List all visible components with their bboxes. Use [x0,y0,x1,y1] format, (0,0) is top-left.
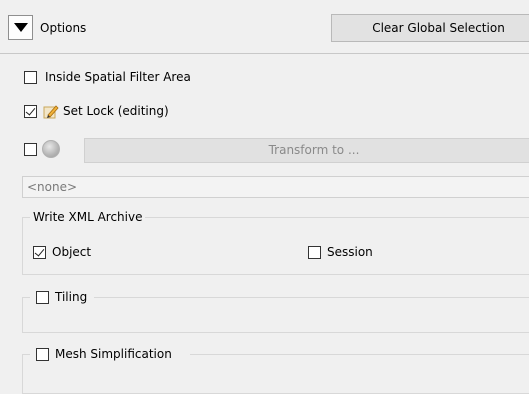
inside-spatial-filter-checkbox[interactable] [24,71,37,84]
transform-target-combo[interactable]: <none> [22,176,529,198]
tiling-label: Tiling [55,290,88,304]
write-xml-archive-title: Write XML Archive [30,209,146,225]
globe-icon [42,140,60,158]
mesh-simplification-label: Mesh Simplification [55,347,172,361]
session-label: Session [327,245,373,259]
object-checkbox[interactable] [33,246,46,259]
object-label: Object [52,245,92,259]
set-lock-checkbox[interactable] [24,105,37,118]
tiling-checkbox[interactable] [36,291,49,304]
tiling-group [22,297,529,333]
set-lock-label: Set Lock (editing) [63,104,169,118]
write-xml-archive-group [22,217,529,275]
inside-spatial-filter-label: Inside Spatial Filter Area [45,70,191,84]
triangle-down-icon [14,23,28,32]
options-title: Options [40,21,87,35]
pencil-icon [43,105,59,119]
transform-to-button[interactable]: Transform to ... [84,138,529,163]
clear-global-selection-button[interactable]: Clear Global Selection [331,14,529,42]
session-checkbox[interactable] [308,246,321,259]
transform-checkbox[interactable] [24,143,37,156]
mesh-simplification-checkbox[interactable] [36,348,49,361]
collapse-toggle-button[interactable] [8,15,33,40]
